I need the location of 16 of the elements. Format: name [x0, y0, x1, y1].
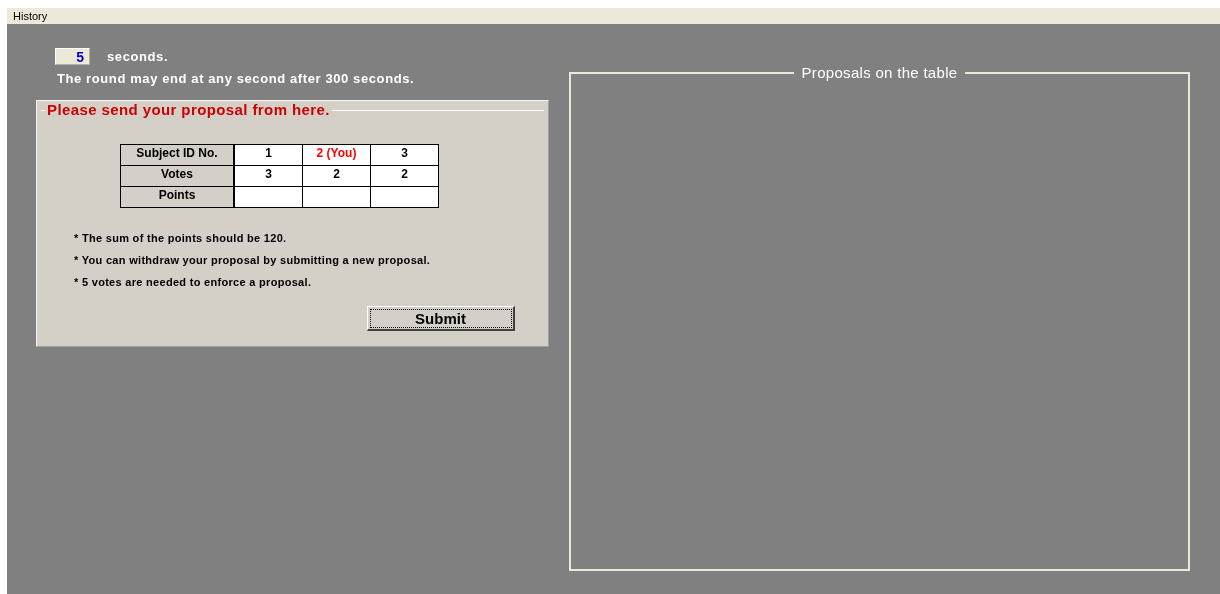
- panel-title: Please send your proposal from here.: [45, 101, 332, 118]
- note-text: * The sum of the points should be 120.: [74, 232, 288, 246]
- table-cell: 3: [370, 144, 439, 166]
- note-text: * 5 votes are needed to enforce a proposal.: [74, 276, 313, 290]
- row-header: Subject ID No.: [120, 144, 234, 166]
- table-cell: 2 (You): [302, 144, 371, 166]
- round-notice: The round may end at any second after 300 seconds.: [57, 71, 416, 86]
- row-header: Points: [120, 186, 234, 208]
- frame-title: Proposals on the table: [793, 64, 966, 81]
- history-menu[interactable]: History: [7, 10, 48, 22]
- note-text: * You can withdraw your proposal by submitting a new proposal.: [74, 254, 432, 268]
- table-cell: 1: [234, 144, 303, 166]
- submit-button[interactable]: Submit: [367, 306, 515, 331]
- timer-field: 5: [55, 48, 90, 65]
- seconds-label: seconds.: [107, 49, 169, 64]
- row-header: Votes: [120, 165, 234, 187]
